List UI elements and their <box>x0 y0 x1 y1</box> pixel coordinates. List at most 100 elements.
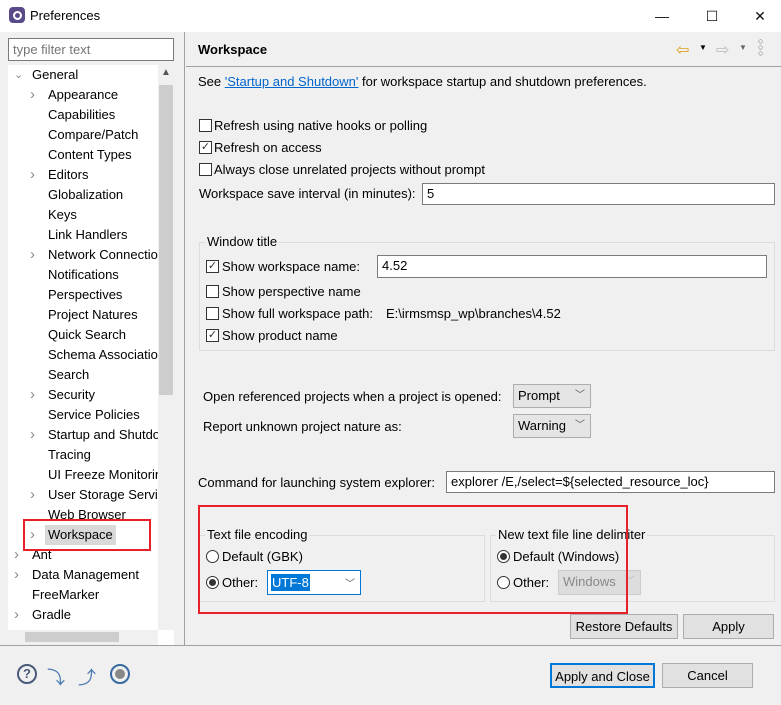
open-ref-label: Open referenced projects when a project … <box>203 389 502 404</box>
tree-item[interactable]: Project Natures <box>8 305 174 325</box>
window-title-group-label: Window title <box>205 234 280 249</box>
full-path-value: E:\irmsmsp_wp\branches\4.52 <box>386 306 561 321</box>
explorer-label: Command for launching system explorer: <box>198 475 435 490</box>
show-full-path-label: Show full workspace path: <box>222 306 374 321</box>
chevron-right-icon[interactable]: › <box>30 165 35 185</box>
scrollbar-thumb[interactable] <box>159 85 173 395</box>
window-title: Preferences <box>30 8 101 23</box>
minimize-button[interactable]: — <box>639 0 685 32</box>
tree-item[interactable]: › Appearance <box>8 85 174 105</box>
chevron-down-icon: ﹀ <box>575 390 585 401</box>
chevron-down-icon: ﹀ <box>575 420 585 431</box>
tree-item[interactable]: Perspectives <box>8 285 174 305</box>
tree-item[interactable]: Globalization <box>8 185 174 205</box>
tree-item-label: Content Types <box>48 147 132 162</box>
back-arrow-icon[interactable]: ⇦ <box>676 40 689 60</box>
chevron-right-icon[interactable]: › <box>30 85 35 105</box>
tree-item[interactable]: › User Storage Servic <box>8 485 174 505</box>
back-dropdown-icon[interactable]: ▼ <box>699 43 707 52</box>
export-icon[interactable]: ⤴ <box>78 664 96 690</box>
forward-dropdown-icon[interactable]: ▼ <box>739 43 747 52</box>
tree-item[interactable]: › Editors <box>8 165 174 185</box>
tree-item[interactable]: › Network Connectio <box>8 245 174 265</box>
tree-item-label: Quick Search <box>48 327 127 342</box>
show-perspective-checkbox[interactable] <box>206 285 219 298</box>
page-title: Workspace <box>198 42 268 57</box>
startup-shutdown-link[interactable]: 'Startup and Shutdown' <box>225 74 359 89</box>
tree-item[interactable]: › Gradle <box>8 605 174 625</box>
show-product-checkbox[interactable]: ✓ <box>206 329 219 342</box>
chevron-down-icon[interactable]: ⌄ <box>14 65 23 85</box>
apply-and-close-button[interactable]: Apply and Close <box>550 663 655 688</box>
horizontal-scrollbar[interactable] <box>8 630 158 645</box>
tree-item[interactable]: Compare/Patch <box>8 125 174 145</box>
maximize-button[interactable]: ☐ <box>689 0 735 32</box>
record-icon[interactable] <box>110 664 130 684</box>
show-product-label: Show product name <box>222 328 338 343</box>
show-full-path-checkbox[interactable] <box>206 307 219 320</box>
tree-item[interactable]: Search <box>8 365 174 385</box>
eclipse-gear-icon <box>9 7 25 23</box>
tree-item[interactable]: Keys <box>8 205 174 225</box>
tree-item-label: General <box>32 67 79 82</box>
tree-item[interactable]: Schema Associatio <box>8 345 174 365</box>
sash[interactable] <box>184 32 185 645</box>
tree-item[interactable]: Content Types <box>8 145 174 165</box>
tree-item[interactable]: › Startup and Shutdo <box>8 425 174 445</box>
import-icon[interactable]: ⤵ <box>47 664 65 690</box>
explorer-command-input[interactable]: explorer /E,/select=${selected_resource_… <box>446 471 775 493</box>
tree-item[interactable]: UI Freeze Monitorin <box>8 465 174 485</box>
tree-item[interactable]: Quick Search <box>8 325 174 345</box>
chevron-right-icon[interactable]: › <box>14 545 19 565</box>
workspace-name-input[interactable]: 4.52 <box>377 255 767 278</box>
tree-item-label: Tracing <box>48 447 91 462</box>
vertical-scrollbar[interactable]: ▲ <box>158 65 174 630</box>
tree-item[interactable]: Capabilities <box>8 105 174 125</box>
tree-item-label: Link Handlers <box>48 227 128 242</box>
report-nature-combo[interactable]: Warning ﹀ <box>513 414 591 438</box>
scroll-up-icon[interactable]: ▲ <box>158 67 174 78</box>
tree-item[interactable]: Link Handlers <box>8 225 174 245</box>
tree-item-label: FreeMarker <box>32 587 100 602</box>
tree-item[interactable]: Service Policies <box>8 405 174 425</box>
close-button[interactable]: ✕ <box>737 0 781 32</box>
save-interval-label: Workspace save interval (in minutes): <box>199 186 416 201</box>
tree-item[interactable]: Notifications <box>8 265 174 285</box>
tree-item-label: Notifications <box>48 267 119 282</box>
always-close-label: Always close unrelated projects without … <box>214 162 485 177</box>
footer-divider <box>0 645 781 646</box>
chevron-right-icon[interactable]: › <box>30 245 35 265</box>
view-menu-icon[interactable]: ○ ○ ○ <box>758 37 763 58</box>
save-interval-input[interactable]: 5 <box>422 183 775 205</box>
cancel-button[interactable]: Cancel <box>662 663 753 688</box>
show-workspace-name-checkbox[interactable]: ✓ <box>206 260 219 273</box>
tree-item[interactable]: FreeMarker <box>8 585 174 605</box>
restore-defaults-button[interactable]: Restore Defaults <box>570 614 678 639</box>
refresh-native-label: Refresh using native hooks or polling <box>214 118 428 133</box>
tree-item-label: Search <box>48 367 90 382</box>
always-close-checkbox[interactable] <box>199 163 212 176</box>
chevron-right-icon[interactable]: › <box>30 385 35 405</box>
chevron-right-icon[interactable]: › <box>30 485 35 505</box>
refresh-access-checkbox[interactable]: ✓ <box>199 141 212 154</box>
h-scrollbar-thumb[interactable] <box>25 632 119 642</box>
help-icon[interactable]: ? <box>17 664 37 684</box>
tree-item-label: User Storage Servic <box>48 487 165 502</box>
chevron-right-icon[interactable]: › <box>14 565 19 585</box>
chevron-right-icon[interactable]: › <box>30 425 35 445</box>
tree-item-label: UI Freeze Monitorin <box>48 467 163 482</box>
filter-input[interactable] <box>8 38 174 61</box>
startup-description: See 'Startup and Shutdown' for workspace… <box>198 74 647 89</box>
tree-item[interactable]: › Data Management <box>8 565 174 585</box>
tree-item-label: Startup and Shutdo <box>48 427 161 442</box>
tree-item[interactable]: Tracing <box>8 445 174 465</box>
header-divider <box>186 66 781 67</box>
open-ref-combo[interactable]: Prompt ﹀ <box>513 384 591 408</box>
refresh-native-checkbox[interactable] <box>199 119 212 132</box>
apply-button[interactable]: Apply <box>683 614 774 639</box>
see-prefix: See <box>198 74 225 89</box>
chevron-right-icon[interactable]: › <box>14 605 19 625</box>
forward-arrow-icon[interactable]: ⇨ <box>716 40 729 60</box>
tree-item[interactable]: › Security <box>8 385 174 405</box>
tree-item[interactable]: ⌄ General <box>8 65 174 85</box>
